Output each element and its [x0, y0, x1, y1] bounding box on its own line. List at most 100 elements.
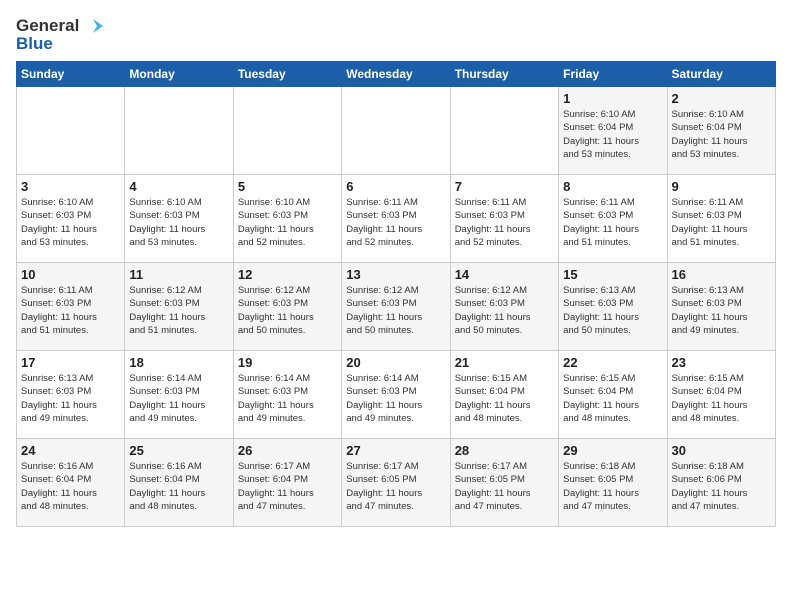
day-number: 27 [346, 443, 445, 458]
calendar-cell: 5Sunrise: 6:10 AM Sunset: 6:03 PM Daylig… [233, 175, 341, 263]
day-number: 3 [21, 179, 120, 194]
day-info: Sunrise: 6:11 AM Sunset: 6:03 PM Dayligh… [455, 196, 554, 249]
day-info: Sunrise: 6:11 AM Sunset: 6:03 PM Dayligh… [346, 196, 445, 249]
header-thursday: Thursday [450, 62, 558, 87]
day-info: Sunrise: 6:18 AM Sunset: 6:06 PM Dayligh… [672, 460, 771, 513]
logo: General Blue [16, 16, 103, 53]
calendar-week-4: 17 Sunrise: 6:13 AM Sunset: 6:03 PM Dayli… [17, 351, 776, 439]
calendar-cell [450, 87, 558, 175]
day-number: 26 [238, 443, 337, 458]
day-number: 29 [563, 443, 662, 458]
day-info: Sunrise: 6:17 AM Sunset: 6:05 PM Dayligh… [455, 460, 554, 513]
day-number: 2 [672, 91, 771, 106]
calendar-cell: 17 Sunrise: 6:13 AM Sunset: 6:03 PM Dayli… [17, 351, 125, 439]
day-number: 14 [455, 267, 554, 282]
calendar-cell: 27 Sunrise: 6:17 AM Sunset: 6:05 PM Dayli… [342, 439, 450, 527]
day-number: 11 [129, 267, 228, 282]
calendar-cell: 4 Sunrise: 6:10 AM Sunset: 6:03 PM Daylig… [125, 175, 233, 263]
day-number: 6 [346, 179, 445, 194]
calendar-cell [125, 87, 233, 175]
day-info: Sunrise: 6:17 AM Sunset: 6:04 PM Dayligh… [238, 460, 337, 513]
calendar-cell: 2 Sunrise: 6:10 AM Sunset: 6:04 PM Daylig… [667, 87, 775, 175]
day-info: Sunrise: 6:13 AM Sunset: 6:03 PM Dayligh… [563, 284, 662, 337]
day-number: 9 [672, 179, 771, 194]
calendar-cell: 20 Sunrise: 6:14 AM Sunset: 6:03 PM Dayli… [342, 351, 450, 439]
day-info: Sunrise: 6:16 AM Sunset: 6:04 PM Dayligh… [21, 460, 120, 513]
day-info: Sunrise: 6:15 AM Sunset: 6:04 PM Dayligh… [455, 372, 554, 425]
day-number: 25 [129, 443, 228, 458]
day-number: 20 [346, 355, 445, 370]
calendar-cell: 22 Sunrise: 6:15 AM Sunset: 6:04 PM Dayli… [559, 351, 667, 439]
day-number: 24 [21, 443, 120, 458]
calendar-cell: 28 Sunrise: 6:17 AM Sunset: 6:05 PM Dayli… [450, 439, 558, 527]
calendar-cell [233, 87, 341, 175]
calendar-cell [17, 87, 125, 175]
day-info: Sunrise: 6:10 AM Sunset: 6:03 PM Dayligh… [129, 196, 228, 249]
calendar-cell: 7 Sunrise: 6:11 AM Sunset: 6:03 PM Daylig… [450, 175, 558, 263]
calendar-cell: 11 Sunrise: 6:12 AM Sunset: 6:03 PM Dayli… [125, 263, 233, 351]
day-number: 17 [21, 355, 120, 370]
day-info: Sunrise: 6:11 AM Sunset: 6:03 PM Dayligh… [21, 284, 120, 337]
day-info: Sunrise: 6:12 AM Sunset: 6:03 PM Dayligh… [346, 284, 445, 337]
calendar-cell: 8 Sunrise: 6:11 AM Sunset: 6:03 PM Daylig… [559, 175, 667, 263]
day-info: Sunrise: 6:10 AM Sunset: 6:03 PM Dayligh… [21, 196, 120, 249]
day-info: Sunrise: 6:17 AM Sunset: 6:05 PM Dayligh… [346, 460, 445, 513]
day-info: Sunrise: 6:13 AM Sunset: 6:03 PM Dayligh… [21, 372, 120, 425]
calendar-cell: 19 Sunrise: 6:14 AM Sunset: 6:03 PM Dayli… [233, 351, 341, 439]
calendar-cell: 15 Sunrise: 6:13 AM Sunset: 6:03 PM Dayli… [559, 263, 667, 351]
day-info: Sunrise: 6:13 AM Sunset: 6:03 PM Dayligh… [672, 284, 771, 337]
header-monday: Monday [125, 62, 233, 87]
day-info: Sunrise: 6:14 AM Sunset: 6:03 PM Dayligh… [129, 372, 228, 425]
calendar-cell: 9 Sunrise: 6:11 AM Sunset: 6:03 PM Daylig… [667, 175, 775, 263]
calendar-cell: 29 Sunrise: 6:18 AM Sunset: 6:05 PM Dayli… [559, 439, 667, 527]
day-number: 7 [455, 179, 554, 194]
day-number: 8 [563, 179, 662, 194]
day-number: 4 [129, 179, 228, 194]
calendar-week-3: 10 Sunrise: 6:11 AM Sunset: 6:03 PM Dayli… [17, 263, 776, 351]
day-info: Sunrise: 6:11 AM Sunset: 6:03 PM Dayligh… [563, 196, 662, 249]
day-number: 10 [21, 267, 120, 282]
page-header: General Blue [16, 16, 776, 53]
day-number: 21 [455, 355, 554, 370]
day-number: 18 [129, 355, 228, 370]
calendar-header-row: SundayMondayTuesdayWednesdayThursdayFrid… [17, 62, 776, 87]
logo-general: General [16, 16, 79, 36]
calendar-week-2: 3 Sunrise: 6:10 AM Sunset: 6:03 PM Daylig… [17, 175, 776, 263]
day-info: Sunrise: 6:12 AM Sunset: 6:03 PM Dayligh… [238, 284, 337, 337]
calendar-cell [342, 87, 450, 175]
calendar-cell: 3 Sunrise: 6:10 AM Sunset: 6:03 PM Daylig… [17, 175, 125, 263]
day-number: 22 [563, 355, 662, 370]
day-number: 28 [455, 443, 554, 458]
header-saturday: Saturday [667, 62, 775, 87]
calendar-week-5: 24 Sunrise: 6:16 AM Sunset: 6:04 PM Dayli… [17, 439, 776, 527]
header-wednesday: Wednesday [342, 62, 450, 87]
calendar-cell: 24 Sunrise: 6:16 AM Sunset: 6:04 PM Dayli… [17, 439, 125, 527]
header-tuesday: Tuesday [233, 62, 341, 87]
day-number: 30 [672, 443, 771, 458]
day-number: 23 [672, 355, 771, 370]
day-info: Sunrise: 6:18 AM Sunset: 6:05 PM Dayligh… [563, 460, 662, 513]
day-number: 1 [563, 91, 662, 106]
calendar-table: SundayMondayTuesdayWednesdayThursdayFrid… [16, 61, 776, 527]
day-info: Sunrise: 6:15 AM Sunset: 6:04 PM Dayligh… [563, 372, 662, 425]
day-number: 19 [238, 355, 337, 370]
day-number: 15 [563, 267, 662, 282]
calendar-cell: 23Sunrise: 6:15 AM Sunset: 6:04 PM Dayli… [667, 351, 775, 439]
calendar-cell: 14Sunrise: 6:12 AM Sunset: 6:03 PM Dayli… [450, 263, 558, 351]
day-info: Sunrise: 6:14 AM Sunset: 6:03 PM Dayligh… [238, 372, 337, 425]
logo-bird-icon [81, 17, 103, 35]
header-friday: Friday [559, 62, 667, 87]
day-info: Sunrise: 6:14 AM Sunset: 6:03 PM Dayligh… [346, 372, 445, 425]
calendar-cell: 26 Sunrise: 6:17 AM Sunset: 6:04 PM Dayli… [233, 439, 341, 527]
day-info: Sunrise: 6:10 AM Sunset: 6:04 PM Dayligh… [672, 108, 771, 161]
day-info: Sunrise: 6:10 AM Sunset: 6:04 PM Dayligh… [563, 108, 662, 161]
calendar-cell: 18 Sunrise: 6:14 AM Sunset: 6:03 PM Dayli… [125, 351, 233, 439]
calendar-week-1: 1 Sunrise: 6:10 AM Sunset: 6:04 PM Daylig… [17, 87, 776, 175]
day-number: 5 [238, 179, 337, 194]
calendar-cell: 1 Sunrise: 6:10 AM Sunset: 6:04 PM Daylig… [559, 87, 667, 175]
day-info: Sunrise: 6:12 AM Sunset: 6:03 PM Dayligh… [129, 284, 228, 337]
header-sunday: Sunday [17, 62, 125, 87]
day-info: Sunrise: 6:11 AM Sunset: 6:03 PM Dayligh… [672, 196, 771, 249]
day-number: 13 [346, 267, 445, 282]
calendar-cell: 6 Sunrise: 6:11 AM Sunset: 6:03 PM Daylig… [342, 175, 450, 263]
